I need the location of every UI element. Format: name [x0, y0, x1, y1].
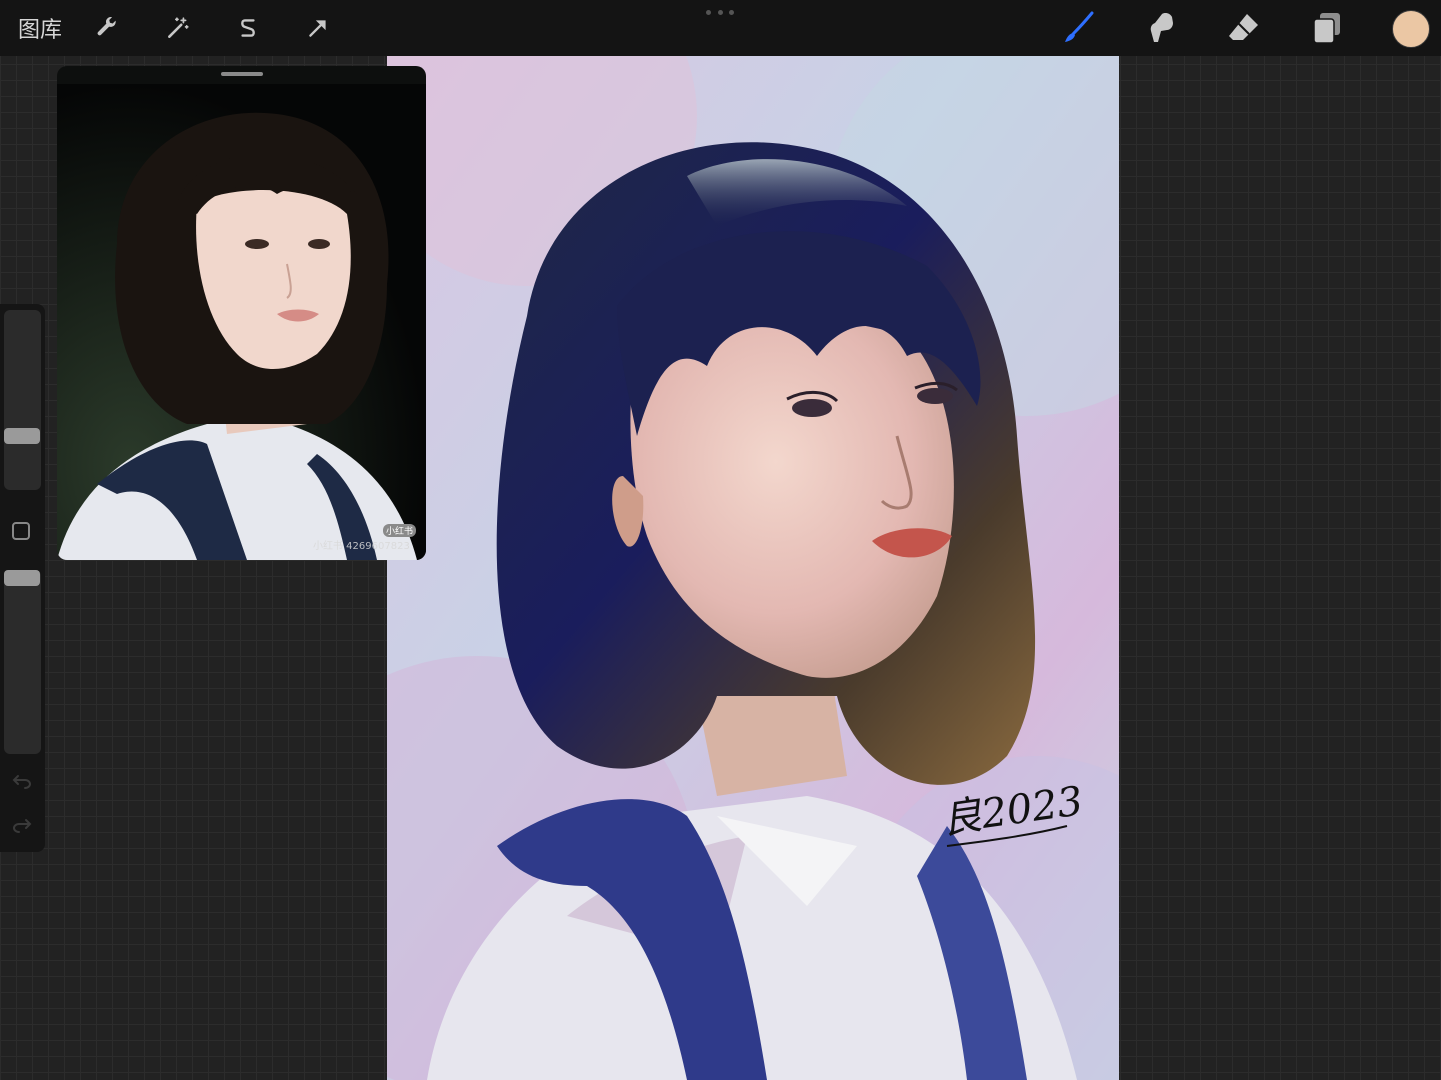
- actions-wrench-button[interactable]: [88, 9, 126, 47]
- reference-watermark-badge: 小红书: [383, 524, 417, 537]
- portrait-painting: 良2023: [387, 56, 1119, 1080]
- transform-button[interactable]: [299, 9, 337, 47]
- opacity-slider[interactable]: [4, 570, 41, 754]
- reference-drag-handle[interactable]: [221, 72, 263, 76]
- eraser-icon: [1229, 14, 1258, 40]
- reference-watermark: 小红书 4269607823: [313, 541, 410, 552]
- layers-tool[interactable]: [1305, 6, 1349, 50]
- smudge-tool[interactable]: [1139, 6, 1183, 50]
- top-toolbar: 图库: [0, 0, 1441, 56]
- redo-button[interactable]: [10, 812, 34, 836]
- brush-size-thumb[interactable]: [4, 428, 40, 445]
- reference-window[interactable]: 小红书 小红书 4269607823: [57, 66, 426, 560]
- gallery-button[interactable]: 图库: [18, 12, 62, 44]
- selection-button[interactable]: [229, 9, 267, 47]
- toolbar-grabber[interactable]: [706, 10, 734, 16]
- redo-icon: [12, 819, 32, 833]
- brush-size-slider[interactable]: [4, 310, 41, 490]
- selection-s-icon: [241, 19, 255, 37]
- layers-icon: [1313, 13, 1340, 44]
- adjustments-button[interactable]: [159, 9, 197, 47]
- sidebar: [0, 304, 45, 852]
- active-color-swatch[interactable]: [1392, 10, 1430, 48]
- brush-icon: [1065, 11, 1094, 42]
- magic-wand-icon: [168, 17, 189, 38]
- undo-icon: [12, 775, 32, 789]
- brush-tool[interactable]: [1056, 6, 1100, 50]
- smudge-icon: [1150, 13, 1173, 42]
- eraser-tool[interactable]: [1222, 6, 1266, 50]
- wrench-icon: [97, 17, 116, 36]
- opacity-thumb[interactable]: [4, 570, 40, 586]
- drawing-canvas[interactable]: 良2023: [387, 56, 1119, 1080]
- undo-button[interactable]: [10, 768, 34, 792]
- transform-arrow-icon: [309, 20, 326, 37]
- modify-button[interactable]: [12, 522, 30, 540]
- reference-photo: [57, 84, 426, 560]
